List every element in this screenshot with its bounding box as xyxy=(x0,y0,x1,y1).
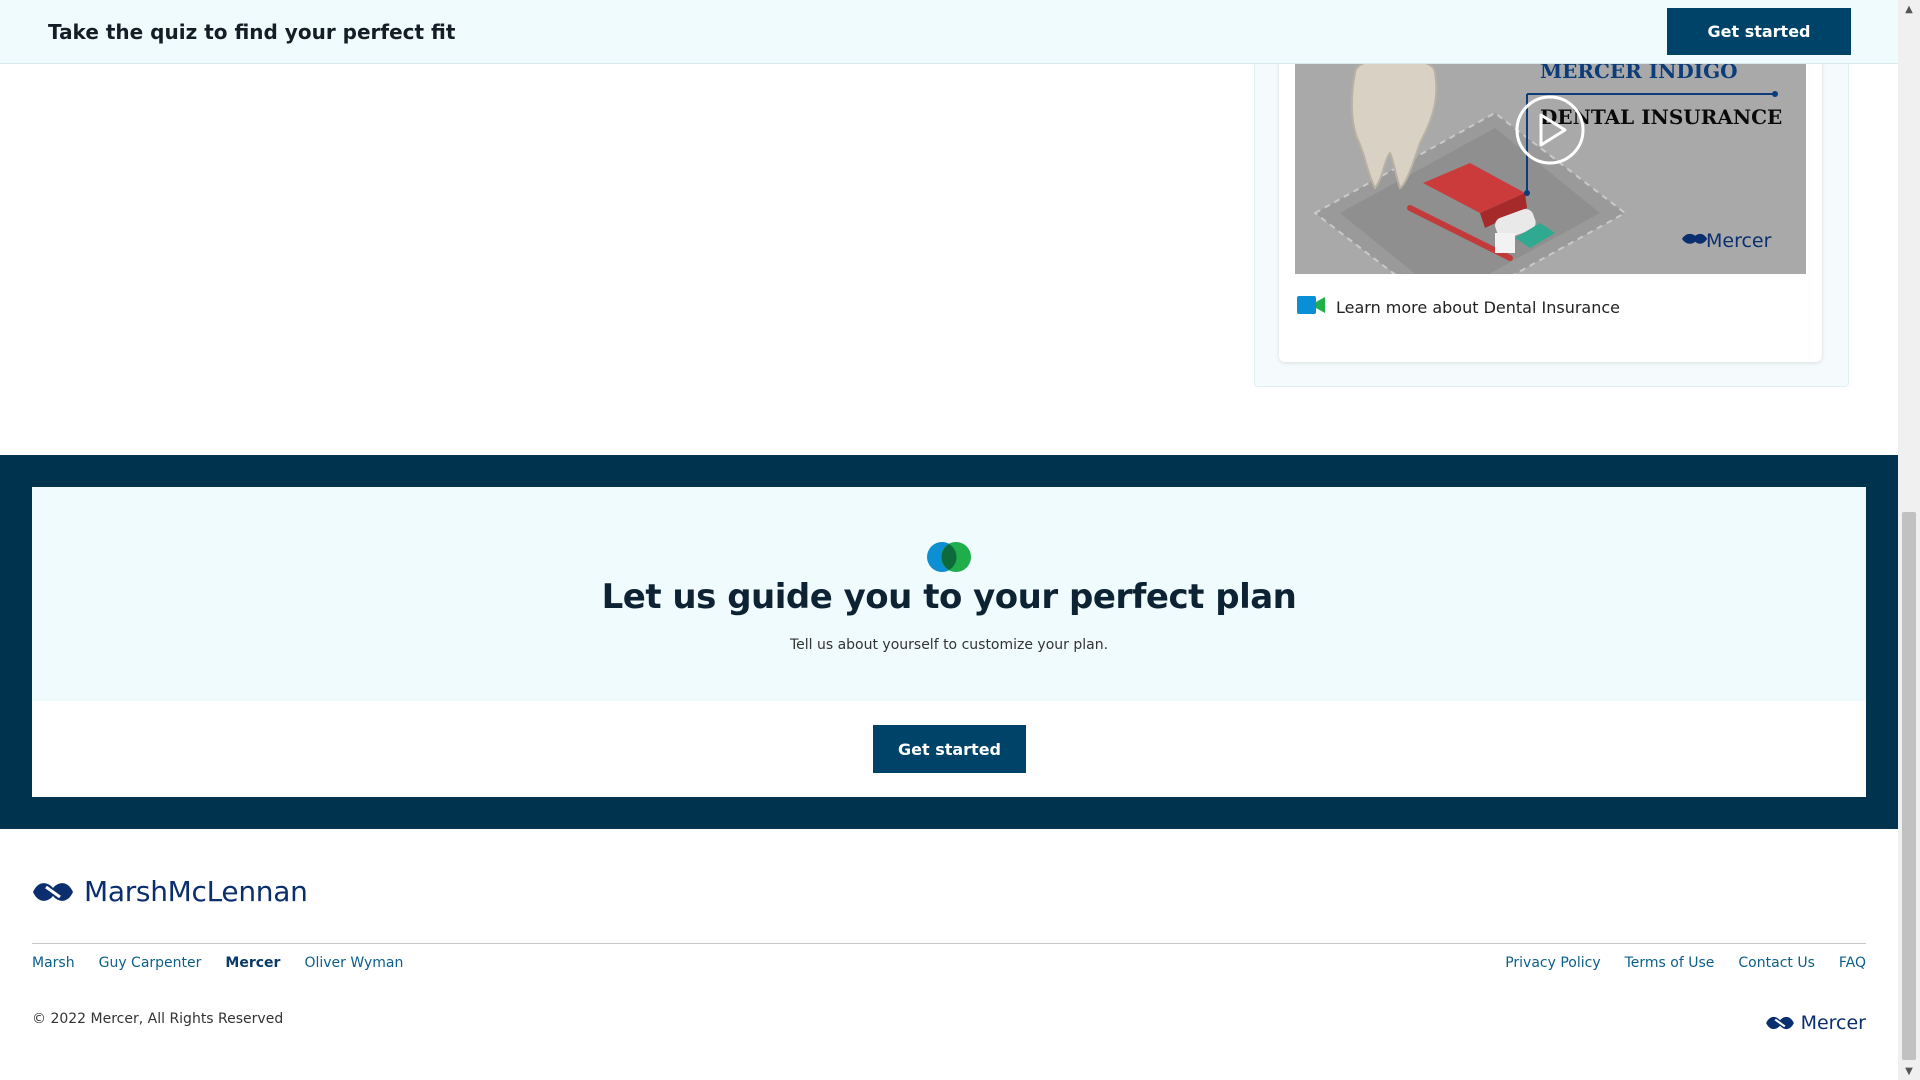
thumbnail-brand: Mercer xyxy=(1706,230,1772,252)
video-thumbnail[interactable]: MERCER INDIGO DENTAL INSURANCE Mercer xyxy=(1295,63,1806,274)
footer-link-guy-carpenter[interactable]: Guy Carpenter xyxy=(99,955,202,971)
mercer-footer-logo[interactable]: Mercer xyxy=(1765,1012,1866,1034)
scroll-up-arrow-icon[interactable]: ▲ xyxy=(1898,0,1920,18)
copyright-text: © 2022 Mercer, All Rights Reserved xyxy=(32,1011,284,1027)
guide-card-header: Let us guide you to your perfect plan Te… xyxy=(32,487,1866,701)
scroll-down-arrow-icon[interactable]: ▼ xyxy=(1898,1062,1920,1080)
thumbnail-heading-1: MERCER INDIGO xyxy=(1540,63,1738,83)
video-camera-icon xyxy=(1296,294,1326,320)
footer-link-privacy-policy[interactable]: Privacy Policy xyxy=(1505,955,1600,971)
footer-link-mercer[interactable]: Mercer xyxy=(225,955,280,971)
footer-divider xyxy=(32,943,1866,944)
footer-link-terms-of-use[interactable]: Terms of Use xyxy=(1625,955,1715,971)
guide-title: Let us guide you to your perfect plan xyxy=(601,577,1297,617)
guide-card: Let us guide you to your perfect plan Te… xyxy=(32,487,1866,797)
guide-subtitle: Tell us about yourself to customize your… xyxy=(789,637,1109,653)
scrollbar-thumb[interactable] xyxy=(1902,512,1916,1060)
learn-more-video-link[interactable]: Learn more about Dental Insurance xyxy=(1296,294,1620,320)
footer-legal-links: Privacy Policy Terms of Use Contact Us F… xyxy=(1505,955,1866,971)
get-started-top-button[interactable]: Get started xyxy=(1667,8,1851,55)
mercer-mark-icon xyxy=(1765,1016,1794,1030)
learn-more-label: Learn more about Dental Insurance xyxy=(1336,297,1620,317)
footer-link-contact-us[interactable]: Contact Us xyxy=(1738,955,1814,971)
quiz-banner: Take the quiz to find your perfect fit G… xyxy=(0,0,1898,64)
footer-link-faq[interactable]: FAQ xyxy=(1839,955,1866,971)
footer-company-links: Marsh Guy Carpenter Mercer Oliver Wyman xyxy=(32,955,403,971)
marsh-mclennan-logo[interactable]: MarshMcLennan xyxy=(32,875,308,908)
footer-link-oliver-wyman[interactable]: Oliver Wyman xyxy=(304,955,403,971)
vertical-scrollbar[interactable]: ▲ ▼ xyxy=(1898,0,1920,1080)
mercer-wordmark: Mercer xyxy=(1800,1012,1866,1034)
mercer-circles-icon xyxy=(927,541,971,577)
marsh-mclennan-wordmark: MarshMcLennan xyxy=(84,875,308,908)
marsh-mclennan-mark-icon xyxy=(33,882,73,901)
quiz-banner-title: Take the quiz to find your perfect fit xyxy=(48,19,456,44)
footer-link-marsh[interactable]: Marsh xyxy=(32,955,75,971)
get-started-guide-button[interactable]: Get started xyxy=(873,725,1026,773)
